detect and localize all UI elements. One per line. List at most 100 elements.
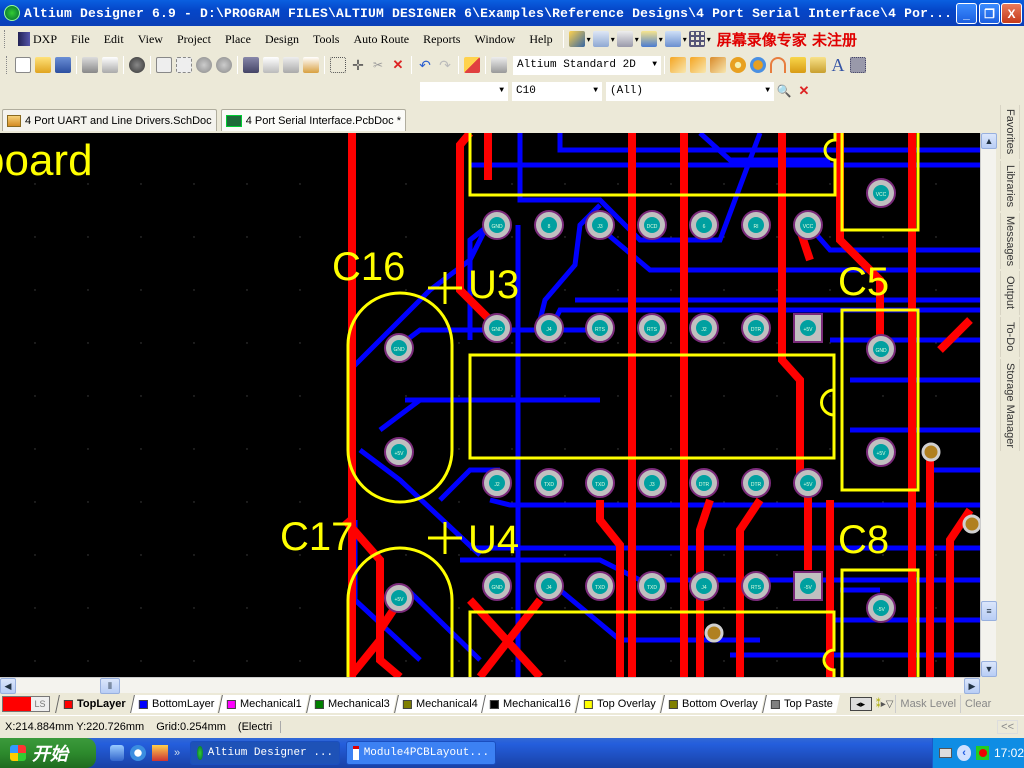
c17-pad[interactable]: +5V	[384, 583, 414, 613]
cut-icon[interactable]	[243, 57, 259, 73]
u4-pad[interactable]: RTS	[741, 571, 771, 601]
clear-button[interactable]: Clear	[960, 695, 995, 713]
scroll-up-button[interactable]: ▲	[981, 133, 997, 149]
tab-pcbdoc[interactable]: 4 Port Serial Interface.PcbDoc *	[220, 109, 406, 131]
u3-pad[interactable]: DTR	[741, 313, 771, 343]
place-fill-icon[interactable]	[790, 57, 806, 73]
side-tab-libraries[interactable]: Libraries	[1000, 161, 1020, 211]
scroll-right-button[interactable]: ▶	[964, 678, 980, 694]
redo-icon[interactable]: ↷	[437, 57, 453, 73]
dropdown-arrow-icon[interactable]: ▾	[707, 35, 711, 44]
u3-pad[interactable]: RI	[741, 210, 771, 240]
zoom-selected-icon[interactable]	[196, 57, 212, 73]
view-configuration-select[interactable]: Altium Standard 2D ▼	[513, 55, 661, 75]
scroll-down-button[interactable]: ▼	[981, 661, 997, 677]
interactive-routing-icon[interactable]	[670, 57, 686, 73]
horizontal-scrollbar[interactable]: ◀ ⦀ ▶	[0, 677, 980, 694]
menu-view[interactable]: View	[131, 32, 170, 47]
close-button[interactable]: X	[1001, 3, 1022, 24]
layer-tab-mechanical1[interactable]: Mechanical1	[218, 695, 309, 713]
u4-pad[interactable]: TXD	[534, 468, 564, 498]
c5-pad[interactable]: +5V	[866, 437, 896, 467]
u4-pad[interactable]: J3	[637, 468, 667, 498]
utilities-icon[interactable]	[568, 31, 585, 47]
panel-collapse-button[interactable]: <<	[997, 719, 1018, 734]
via[interactable]	[962, 514, 980, 534]
place-arc-icon[interactable]	[770, 57, 786, 73]
menu-design[interactable]: Design	[258, 32, 306, 47]
layer-tab-bottomlayer[interactable]: BottomLayer	[129, 695, 221, 713]
zoom-filtered-icon[interactable]	[216, 57, 232, 73]
pcb-canvas[interactable]: board C16 U3 C5 C17 U4 C8 GND 8 J3 DCD 6 RI VC…	[0, 133, 980, 677]
quicklaunch-more-icon[interactable]: »	[174, 747, 180, 759]
grid-icon[interactable]	[688, 31, 705, 47]
u4-pad[interactable]: +5V	[793, 468, 823, 498]
u3-pad[interactable]: 6	[689, 210, 719, 240]
u4-pad[interactable]: J4	[534, 571, 564, 601]
u4-pad[interactable]: TXD	[585, 468, 615, 498]
find-selections-icon[interactable]	[616, 31, 633, 47]
c16-pad[interactable]: GND	[384, 333, 414, 363]
keyboard-icon[interactable]	[939, 748, 952, 758]
menu-place[interactable]: Place	[218, 32, 258, 47]
menu-auto-route[interactable]: Auto Route	[346, 32, 416, 47]
current-layer-indicator[interactable]: LS	[2, 696, 50, 712]
deselect-all-icon[interactable]: ✂	[370, 57, 386, 73]
u4-pad[interactable]: TXD	[585, 571, 615, 601]
c-top-pad[interactable]: VCC	[866, 178, 896, 208]
dropdown-arrow-icon[interactable]: ▼	[765, 86, 770, 95]
select-inside-area-icon[interactable]	[330, 57, 346, 73]
dropdown-arrow-icon[interactable]: ▼	[593, 86, 598, 95]
side-tab-output[interactable]: Output	[1000, 271, 1020, 315]
layer-set-button[interactable]: LS	[31, 697, 49, 711]
vertical-scrollbar[interactable]: ▲ ≡ ▼	[980, 133, 997, 677]
clear-filter-icon[interactable]: ✕	[796, 83, 812, 99]
layer-tab-toplayer[interactable]: TopLayer	[55, 695, 133, 713]
interactive-diff-pair-routing-icon[interactable]	[690, 57, 706, 73]
new-document-icon[interactable]	[15, 57, 31, 73]
side-tab-todo[interactable]: To-Do	[1000, 317, 1020, 357]
browse-components-icon[interactable]	[491, 57, 507, 73]
quicklaunch-ie-icon[interactable]	[130, 745, 146, 761]
copy-icon[interactable]	[263, 57, 279, 73]
task-altium-designer[interactable]: Altium Designer ...	[190, 741, 341, 765]
u3-pad[interactable]: +5V	[793, 313, 823, 343]
toolbar-grip[interactable]	[4, 30, 7, 48]
dropdown-arrow-icon[interactable]: ▼	[652, 60, 657, 69]
place-string-icon[interactable]: A	[830, 56, 846, 74]
menu-dxp[interactable]: DXP	[11, 32, 64, 47]
u3-pad[interactable]: DCD	[637, 210, 667, 240]
rubber-stamp-icon[interactable]	[303, 57, 319, 73]
via[interactable]	[921, 442, 941, 462]
via[interactable]	[704, 623, 724, 643]
u4-pad[interactable]: GND	[482, 571, 512, 601]
filter-type-select[interactable]: ▼	[420, 81, 508, 101]
menu-tools[interactable]: Tools	[306, 32, 347, 47]
start-button[interactable]: 开始	[0, 738, 96, 768]
layer-tab-mechanical3[interactable]: Mechanical3	[305, 695, 397, 713]
c8-pad[interactable]: -5V	[866, 593, 896, 623]
open-device-view-icon[interactable]	[129, 57, 145, 73]
task-module4pcblayout[interactable]: Module4PCBLayout...	[346, 741, 497, 765]
align-icon[interactable]	[592, 31, 609, 47]
apply-filter-icon[interactable]: 🔍	[776, 83, 792, 99]
net-filter-select[interactable]: (All) ▼	[606, 81, 774, 101]
u4-pad[interactable]: DTR	[689, 468, 719, 498]
menu-window[interactable]: Window	[467, 32, 522, 47]
dropdown-arrow-icon[interactable]: ▾	[611, 35, 615, 44]
u3-pad[interactable]: 8	[534, 210, 564, 240]
layer-tab-mechanical4[interactable]: Mechanical4	[393, 695, 485, 713]
component-filter-select[interactable]: C10 ▼	[512, 81, 602, 101]
quicklaunch-app-icon[interactable]	[152, 745, 168, 761]
u3-pad[interactable]: GND	[482, 313, 512, 343]
pcb-drawing[interactable]: board C16 U3 C5 C17 U4 C8 GND 8 J3 DCD 6 RI VC…	[0, 133, 980, 677]
save-icon[interactable]	[55, 57, 71, 73]
u3-pad[interactable]: VCC	[793, 210, 823, 240]
place-pad-icon[interactable]	[730, 57, 746, 73]
u3-pad[interactable]: RTS	[585, 313, 615, 343]
u3-pad[interactable]: J2	[689, 313, 719, 343]
print-preview-icon[interactable]	[102, 57, 118, 73]
place-component-icon[interactable]	[850, 57, 866, 73]
recorder-tray-icon[interactable]	[976, 746, 989, 760]
menu-file[interactable]: File	[64, 32, 97, 47]
